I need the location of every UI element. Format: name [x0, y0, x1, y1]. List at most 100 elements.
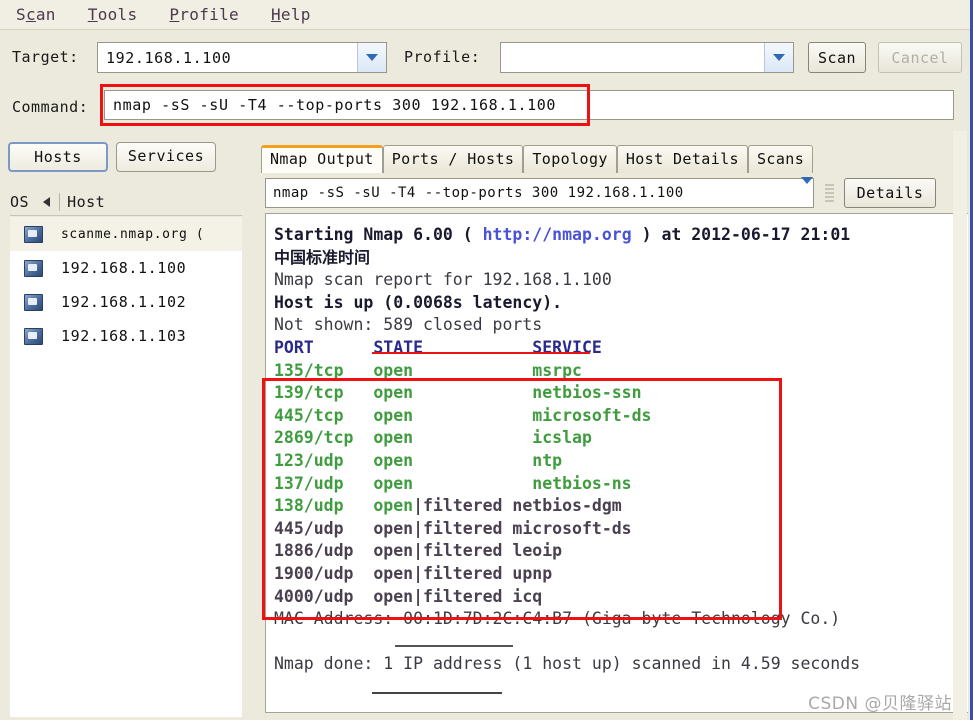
output-line-run: Starting Nmap 6.00 (: [274, 225, 483, 244]
menu-help-post: elp: [280, 5, 311, 24]
menu-item-profile[interactable]: Profile: [169, 5, 239, 24]
profile-dropdown-button[interactable]: [764, 43, 793, 72]
output-line: Not shown: 589 closed ports: [274, 314, 968, 337]
output-line-run: [274, 632, 284, 651]
host-icon: [24, 225, 43, 243]
target-label: Target:: [12, 48, 79, 66]
target-profile-row: Target: 192.168.1.100 Profile: Scan Canc…: [0, 31, 970, 83]
tab-ports-hosts[interactable]: Ports / Hosts: [382, 145, 524, 173]
menu-item-tools[interactable]: Tools: [88, 5, 138, 24]
output-line: PORT STATE SERVICE: [274, 337, 968, 360]
output-line-run: 2869/tcp open icslap: [274, 428, 592, 448]
output-command-select[interactable]: nmap -sS -sU -T4 --top-ports 300 192.168…: [265, 176, 814, 208]
header-divider: [10, 215, 242, 216]
output-toolbar: nmap -sS -sU -T4 --top-ports 300 192.168…: [265, 176, 965, 210]
services-button[interactable]: Services: [116, 142, 216, 172]
chevron-down-icon: [801, 176, 813, 203]
menu-profile-post: rofile: [179, 5, 239, 24]
host-list[interactable]: scanme.nmap.org ( 192.168.1.100 192.168.…: [10, 217, 242, 717]
output-line-run: 138/udp open: [274, 496, 414, 516]
output-line: 中国标准时间: [274, 247, 968, 270]
zenmap-window: Scan Tools Profile Help Target: 192.168.…: [0, 0, 973, 720]
hosts-sidebar: Hosts Services OS Host scanme.nmap.org (…: [0, 131, 252, 720]
output-command-dropdown-button[interactable]: [801, 176, 813, 203]
output-line: Starting Nmap 6.00 ( http://nmap.org ) a…: [274, 224, 968, 247]
output-line: Host is up (0.0068s latency).: [274, 292, 968, 315]
scan-button[interactable]: Scan: [808, 42, 866, 73]
tab-nmap-output[interactable]: Nmap Output: [261, 145, 383, 173]
details-button[interactable]: Details: [844, 178, 936, 208]
command-input[interactable]: nmap -sS -sU -T4 --top-ports 300 192.168…: [104, 90, 954, 120]
list-item[interactable]: scanme.nmap.org (: [10, 217, 242, 251]
output-line: Nmap done: 1 IP address (1 host up) scan…: [274, 653, 968, 676]
output-line: 135/tcp open msrpc: [274, 360, 968, 383]
output-line-run: Nmap done: 1 IP address (1 host up) scan…: [274, 654, 861, 674]
menu-profile-mnemonic: P: [169, 5, 180, 24]
nmap-output-text[interactable]: Starting Nmap 6.00 ( http://nmap.org ) a…: [265, 213, 968, 713]
hosts-services-toggle: Hosts Services: [8, 142, 216, 172]
host-list-column-header: OS Host: [0, 189, 252, 215]
output-command-value[interactable]: nmap -sS -sU -T4 --top-ports 300 192.168…: [266, 185, 801, 201]
output-line: 139/tcp open netbios-ssn: [274, 382, 968, 405]
command-value[interactable]: nmap -sS -sU -T4 --top-ports 300 192.168…: [105, 96, 556, 114]
menu-scan-mnemonic: c: [25, 5, 36, 24]
list-item[interactable]: 192.168.1.103: [10, 319, 242, 353]
splitter-grip-handle[interactable]: [814, 178, 844, 208]
chevron-down-icon: [773, 54, 785, 61]
column-header-os[interactable]: OS: [0, 193, 29, 211]
output-line-run: Host is up (0.0068s latency).: [274, 292, 563, 312]
output-line: 1886/udp open|filtered leoip: [274, 540, 968, 563]
profile-combo[interactable]: [500, 42, 794, 73]
output-line-run: 1900/udp open|filtered upnp: [274, 563, 553, 583]
output-line: 1900/udp open|filtered upnp: [274, 563, 968, 586]
list-item[interactable]: 192.168.1.100: [10, 251, 242, 285]
host-name: 192.168.1.103: [61, 327, 187, 345]
output-line-run: 中国标准时间: [274, 247, 371, 267]
output-line-run: http://nmap.org: [482, 225, 632, 244]
tab-host-details[interactable]: Host Details: [616, 145, 748, 173]
target-combo[interactable]: 192.168.1.100: [97, 42, 387, 73]
target-value[interactable]: 192.168.1.100: [98, 49, 357, 67]
host-name: 192.168.1.100: [61, 259, 187, 277]
command-row: Command: nmap -sS -sU -T4 --top-ports 30…: [0, 84, 970, 128]
grip-dots-icon: [824, 184, 834, 202]
output-line: Nmap scan report for 192.168.1.100: [274, 269, 968, 292]
menu-scan-pre: S: [16, 5, 26, 24]
column-header-host[interactable]: Host: [59, 193, 105, 211]
output-line-run: 4000/udp open|filtered icq: [274, 586, 543, 606]
menu-tools-mnemonic: T: [87, 5, 98, 24]
output-line: 445/tcp open microsoft-ds: [274, 405, 968, 428]
output-line: 2869/tcp open icslap: [274, 427, 968, 450]
host-icon: [24, 293, 43, 311]
menu-tools-post: ools: [97, 5, 138, 24]
host-icon: [24, 259, 43, 277]
output-line-run: 445/tcp open microsoft-ds: [274, 405, 652, 425]
output-line: MAC Address: 00:1D:7D:2C:C4:B7 (Giga-byt…: [274, 608, 968, 631]
output-line-run: PORT STATE SERVICE: [274, 337, 602, 357]
output-line: 445/udp open|filtered microsoft-ds: [274, 518, 968, 541]
output-line: 4000/udp open|filtered icq: [274, 586, 968, 609]
watermark: CSDN @贝隆驿站: [808, 694, 952, 714]
host-name: 192.168.1.102: [61, 293, 187, 311]
list-item[interactable]: 192.168.1.102: [10, 285, 242, 319]
command-label: Command:: [12, 98, 89, 116]
output-line-run: |filtered netbios-dgm: [413, 496, 622, 516]
cancel-button: Cancel: [878, 42, 962, 73]
menu-item-scan[interactable]: Scan: [16, 5, 56, 24]
host-icon: [24, 327, 43, 345]
output-line: 123/udp open ntp: [274, 450, 968, 473]
output-line-run: 137/udp open netbios-ns: [274, 473, 632, 493]
tab-topology[interactable]: Topology: [523, 145, 617, 173]
vertical-scrollbar[interactable]: [953, 131, 967, 720]
hosts-button[interactable]: Hosts: [8, 142, 108, 172]
menu-item-help[interactable]: Help: [271, 5, 311, 24]
output-line: [274, 631, 968, 654]
tab-scans[interactable]: Scans: [747, 145, 814, 173]
target-dropdown-button[interactable]: [357, 43, 386, 72]
output-line-run: Nmap scan report for 192.168.1.100: [274, 270, 612, 290]
menu-help-mnemonic: H: [270, 5, 281, 24]
results-tabs: Nmap Output Ports / Hosts Topology Host …: [261, 143, 814, 173]
menu-bar: Scan Tools Profile Help: [0, 0, 970, 30]
output-line-run: 445/udp open|filtered microsoft-ds: [274, 518, 632, 538]
output-line-run: Not shown: 589 closed ports: [274, 315, 543, 335]
